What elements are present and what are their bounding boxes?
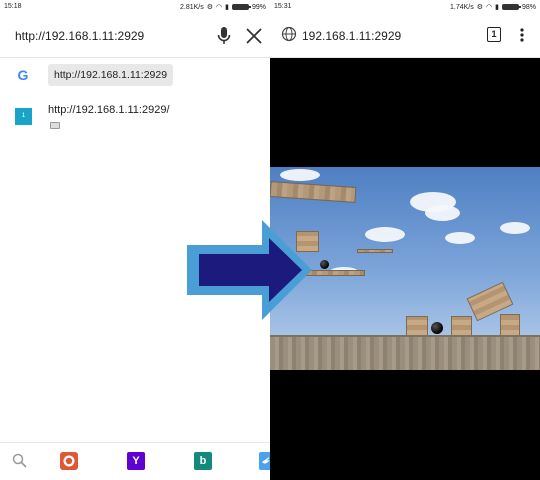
signal-icon: ▮ [495, 4, 499, 11]
address-input[interactable]: http://192.168.1.11:2929 [15, 29, 144, 43]
network-speed: 2.81K/s [179, 3, 204, 11]
status-time: 15:31 [274, 3, 292, 10]
suggestion-url[interactable]: http://192.168.1.11:2929/ [48, 104, 170, 116]
suggestion-chip[interactable]: http://192.168.1.11:2929 [48, 64, 174, 86]
battery-percent: 99% [251, 3, 266, 11]
wood-crate [406, 316, 428, 336]
twitter-icon[interactable] [259, 452, 270, 470]
transition-arrow-icon [187, 220, 312, 320]
battery-icon [231, 4, 251, 10]
ground [270, 337, 540, 370]
wood-plank [305, 270, 365, 276]
duckduckgo-icon[interactable] [60, 452, 78, 470]
microphone-icon[interactable] [216, 26, 232, 46]
yahoo-icon[interactable]: Y [127, 452, 145, 470]
wood-plank [357, 249, 393, 253]
signal-icon: ▮ [225, 4, 229, 11]
status-indicators: 2.81K/s ⚙ ◠ ▮ 99% [179, 3, 266, 12]
clear-icon[interactable] [244, 26, 264, 46]
cloud [425, 205, 460, 221]
wood-crate [451, 316, 472, 336]
cloud [500, 222, 530, 234]
status-bar: 15:18 2.81K/s ⚙ ◠ ▮ 99% [0, 0, 270, 14]
search-icon[interactable] [11, 452, 29, 470]
google-icon: G [17, 67, 29, 83]
more-menu-icon[interactable] [518, 27, 526, 43]
bluetooth-icon: ⚙ [206, 4, 214, 11]
bing-icon[interactable]: b [194, 452, 212, 470]
network-speed: 1.74K/s [449, 3, 474, 11]
search-engine-bar: Y b [0, 442, 270, 480]
cloud [445, 232, 475, 244]
device-icon [50, 122, 60, 129]
status-bar: 15:31 1.74K/s ⚙ ◠ ▮ 98% [270, 0, 540, 14]
address-text[interactable]: 192.168.1.11:2929 [302, 29, 401, 43]
bluetooth-icon: ⚙ [476, 4, 484, 11]
battery-icon [501, 4, 521, 10]
suggestion-history[interactable]: 1 http://192.168.1.11:2929/ [0, 100, 270, 134]
address-bar[interactable]: http://192.168.1.11:2929 [0, 14, 270, 58]
wifi-icon: ◠ [216, 4, 223, 11]
tab-switcher-button[interactable]: 1 [487, 27, 501, 42]
wood-crate [500, 314, 520, 336]
status-time: 15:18 [4, 3, 22, 10]
battery-percent: 98% [521, 3, 536, 11]
status-indicators: 1.74K/s ⚙ ◠ ▮ 98% [449, 3, 536, 12]
black-ball [431, 322, 443, 334]
cloud [365, 227, 405, 242]
globe-icon [281, 26, 297, 42]
wifi-icon: ◠ [486, 4, 493, 11]
site-favicon: 1 [15, 108, 32, 125]
address-bar[interactable]: 192.168.1.11:2929 1 [270, 14, 540, 58]
cloud [280, 169, 320, 181]
suggestion-search[interactable]: G http://192.168.1.11:2929 [0, 62, 270, 88]
black-ball [320, 260, 329, 269]
